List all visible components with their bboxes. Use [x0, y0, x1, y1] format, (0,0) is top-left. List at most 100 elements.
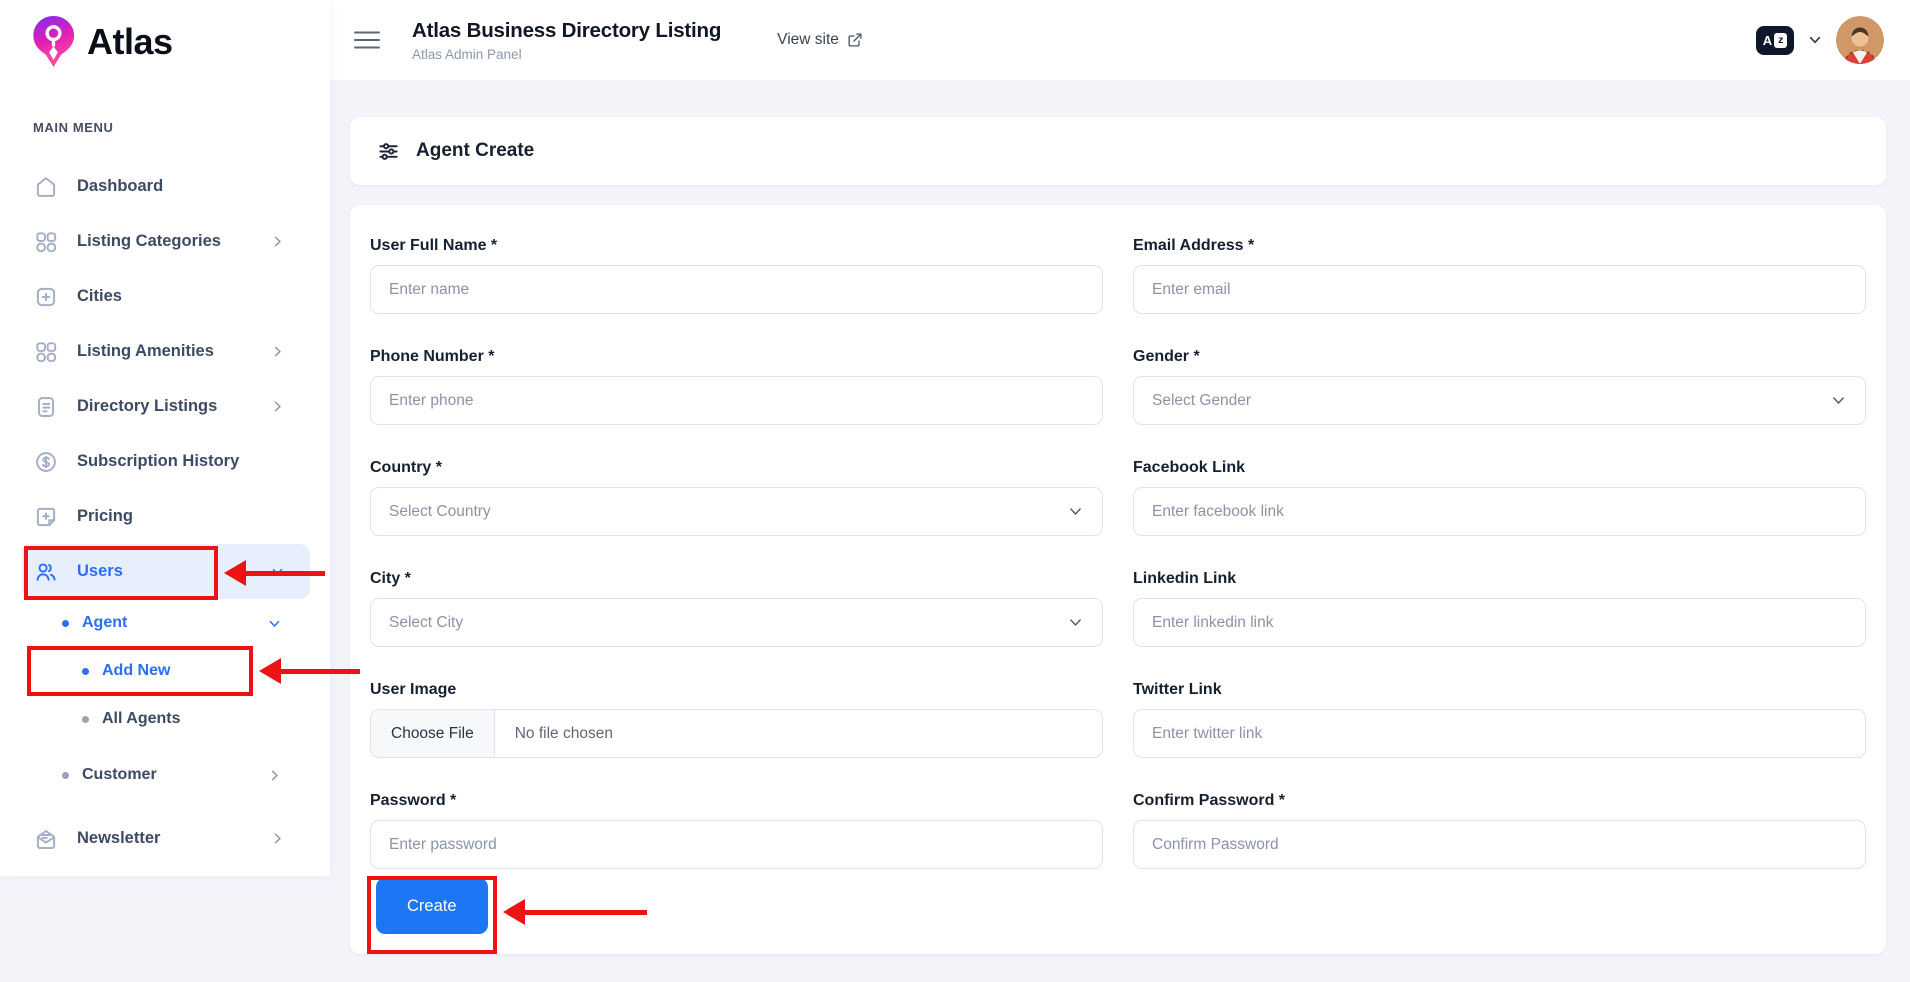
field-label: Phone Number *: [370, 348, 1103, 366]
email-input[interactable]: [1133, 265, 1866, 314]
form-grid: User Full Name * Email Address * Phone N…: [370, 237, 1866, 903]
twitter-link-field: Twitter Link: [1133, 681, 1866, 758]
sidebar-item-listing-categories[interactable]: Listing Categories: [0, 214, 330, 269]
sidebar-item-label: Users: [77, 562, 123, 581]
country-field: Country * Select Country: [370, 459, 1103, 536]
sidebar-item-label: Dashboard: [77, 177, 163, 196]
create-button[interactable]: Create: [376, 878, 488, 934]
atlas-pin-icon: [26, 14, 81, 69]
topbar-right-cluster: A z: [1756, 16, 1910, 64]
password-field: Password *: [370, 792, 1103, 869]
user-image-file-input[interactable]: Choose File No file chosen: [370, 709, 1103, 758]
topbar: Atlas Business Directory Listing Atlas A…: [330, 0, 1910, 80]
user-avatar[interactable]: [1836, 16, 1884, 64]
twitter-input[interactable]: [1133, 709, 1866, 758]
sidebar-nav: Dashboard Listing Categories Cities List…: [0, 159, 330, 866]
view-site-label: View site: [777, 31, 839, 49]
field-label: City *: [370, 570, 1103, 588]
facebook-link-field: Facebook Link: [1133, 459, 1866, 536]
field-label: Facebook Link: [1133, 459, 1866, 477]
chevron-down-icon: [267, 616, 282, 631]
select-placeholder: Select Country: [389, 503, 491, 521]
sidebar: Atlas MAIN MENU Dashboard Listing Catego…: [0, 0, 330, 876]
sliders-icon: [377, 140, 400, 163]
submenu-item-label: All Agents: [102, 710, 181, 728]
clipboard-list-icon: [33, 394, 59, 420]
translate-icon[interactable]: A z: [1756, 26, 1794, 55]
sidebar-item-newsletter[interactable]: Newsletter: [0, 811, 330, 866]
sidebar-item-users[interactable]: Users: [22, 544, 310, 599]
gender-field: Gender * Select Gender: [1133, 348, 1866, 425]
field-label: Email Address *: [1133, 237, 1866, 255]
submenu-item-agent[interactable]: Agent: [0, 599, 330, 647]
gender-select[interactable]: Select Gender: [1133, 376, 1866, 425]
submenu-item-label: Agent: [82, 614, 127, 632]
sidebar-item-cities[interactable]: Cities: [0, 269, 330, 324]
sidebar-item-label: Directory Listings: [77, 397, 217, 416]
sidebar-section-label: MAIN MENU: [33, 120, 330, 135]
phone-input[interactable]: [370, 376, 1103, 425]
linkedin-input[interactable]: [1133, 598, 1866, 647]
field-label: User Full Name *: [370, 237, 1103, 255]
sidebar-item-pricing[interactable]: Pricing: [0, 489, 330, 544]
main-content: Agent Create User Full Name * Email Addr…: [330, 80, 1910, 982]
submenu-item-add-new[interactable]: Add New: [0, 647, 330, 695]
bullet-icon: [62, 620, 69, 627]
email-address-field: Email Address *: [1133, 237, 1866, 314]
field-label: Gender *: [1133, 348, 1866, 366]
sidebar-item-label: Cities: [77, 287, 122, 306]
brand-name: Atlas: [87, 21, 173, 63]
field-label: Linkedin Link: [1133, 570, 1866, 588]
field-label: User Image: [370, 681, 1103, 699]
submenu-item-customer[interactable]: Customer: [0, 751, 330, 799]
bullet-icon: [82, 668, 89, 675]
sidebar-item-label: Pricing: [77, 507, 133, 526]
name-input[interactable]: [370, 265, 1103, 314]
password-input[interactable]: [370, 820, 1103, 869]
page-subtitle: Atlas Admin Panel: [412, 47, 721, 62]
external-link-icon: [847, 32, 863, 48]
view-site-link[interactable]: View site: [777, 31, 863, 49]
page-title-block: Atlas Business Directory Listing Atlas A…: [412, 19, 721, 62]
field-label: Password *: [370, 792, 1103, 810]
chevron-right-icon: [270, 399, 285, 414]
submenu-item-all-agents[interactable]: All Agents: [0, 695, 330, 743]
sidebar-item-label: Listing Amenities: [77, 342, 214, 361]
plus-square-icon: [33, 284, 59, 310]
dollar-circle-icon: [33, 449, 59, 475]
hamburger-menu-icon[interactable]: [354, 30, 380, 50]
submit-row: Create: [370, 878, 1866, 934]
bullet-icon: [62, 772, 69, 779]
agent-create-header-card: Agent Create: [350, 117, 1886, 185]
file-status-text: No file chosen: [495, 710, 613, 757]
chevron-down-icon: [1067, 503, 1084, 520]
sidebar-item-subscription-history[interactable]: Subscription History: [0, 434, 330, 489]
mail-open-icon: [33, 826, 59, 852]
city-select[interactable]: Select City: [370, 598, 1103, 647]
user-image-field: User Image Choose File No file chosen: [370, 681, 1103, 758]
chevron-right-icon: [270, 831, 285, 846]
user-full-name-field: User Full Name *: [370, 237, 1103, 314]
bullet-icon: [82, 716, 89, 723]
sidebar-item-dashboard[interactable]: Dashboard: [0, 159, 330, 214]
choose-file-button[interactable]: Choose File: [371, 710, 495, 757]
sidebar-item-directory-listings[interactable]: Directory Listings: [0, 379, 330, 434]
grid-icon: [33, 339, 59, 365]
brand-logo[interactable]: Atlas: [0, 0, 330, 70]
confirm-password-input[interactable]: [1133, 820, 1866, 869]
file-plus-icon: [33, 504, 59, 530]
select-placeholder: Select Gender: [1152, 392, 1251, 410]
submenu-item-label: Add New: [102, 662, 170, 680]
chevron-right-icon: [267, 768, 282, 783]
app-root: Atlas MAIN MENU Dashboard Listing Catego…: [0, 0, 1910, 982]
sidebar-item-listing-amenities[interactable]: Listing Amenities: [0, 324, 330, 379]
facebook-input[interactable]: [1133, 487, 1866, 536]
phone-number-field: Phone Number *: [370, 348, 1103, 425]
field-label: Country *: [370, 459, 1103, 477]
country-select[interactable]: Select Country: [370, 487, 1103, 536]
chevron-down-icon: [1830, 392, 1847, 409]
sidebar-item-label: Listing Categories: [77, 232, 221, 251]
chevron-down-icon[interactable]: [1807, 32, 1823, 48]
agent-create-form-card: User Full Name * Email Address * Phone N…: [350, 205, 1886, 954]
sidebar-item-label: Newsletter: [77, 829, 160, 848]
